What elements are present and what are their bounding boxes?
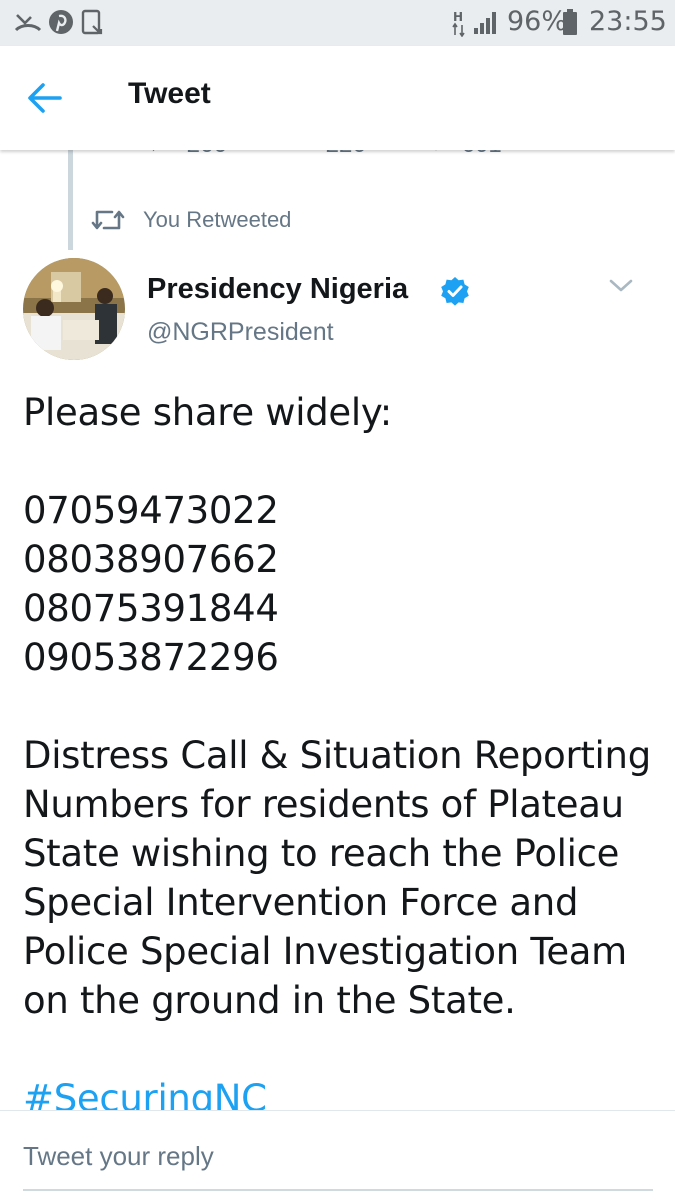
- like-icon: [435, 150, 437, 151]
- tweet-body-line: Special Intervention Force and: [23, 881, 579, 924]
- pinterest-icon: [47, 8, 75, 40]
- previous-tweet-actions: 266 226 601: [0, 150, 675, 168]
- page-title: Tweet: [128, 77, 211, 110]
- phone-number: 09053872296: [23, 636, 279, 679]
- prev-reply-button[interactable]: 266: [148, 150, 227, 159]
- reply-icon: [152, 150, 155, 152]
- tweet-options-button[interactable]: [606, 274, 636, 298]
- arrow-left-icon: [22, 83, 70, 124]
- signal-icon: [472, 10, 500, 40]
- tweet-detail: 266 226 601 You Retweeted: [0, 150, 675, 1110]
- dm-icon: [558, 150, 586, 152]
- prev-retweet-button[interactable]: 226: [285, 150, 366, 159]
- hashtag-link[interactable]: #SecuringNC: [23, 1074, 663, 1110]
- tweet-body-line: State wishing to reach the Police: [23, 832, 620, 875]
- prev-retweet-count: 226: [326, 150, 366, 158]
- tweet-body-line: Distress Call & Situation Reporting: [23, 734, 651, 777]
- retweet-icon: [285, 150, 313, 152]
- svg-text:H: H: [453, 10, 463, 24]
- network-h-icon: H: [452, 9, 468, 41]
- thread-connector: [68, 150, 73, 250]
- reply-input-underline: [23, 1189, 653, 1191]
- prev-dm-button[interactable]: [558, 150, 586, 159]
- tweet-body-line: Numbers for residents of Plateau: [23, 783, 624, 826]
- phone-number: 08075391844: [23, 587, 279, 630]
- retweet-icon: [90, 205, 126, 240]
- tweet-body-line: on the ground in the State.: [23, 979, 516, 1022]
- tweet-text: Please share widely: 07059473022 0803890…: [23, 388, 663, 1110]
- verified-badge-icon: [440, 276, 470, 306]
- reply-bar: Tweet your reply: [0, 1110, 675, 1201]
- chevron-down-icon: [606, 279, 636, 302]
- battery-icon: [562, 9, 578, 41]
- prev-like-count: 601: [462, 150, 502, 158]
- avatar[interactable]: [23, 258, 125, 360]
- phone-number: 07059473022: [23, 489, 279, 532]
- missed-call-icon: [14, 8, 42, 40]
- tweet-intro: Please share widely:: [23, 391, 392, 434]
- user-handle[interactable]: @NGRPresident: [147, 318, 334, 347]
- back-button[interactable]: [22, 76, 70, 120]
- app-header: Tweet: [0, 46, 675, 150]
- screen-cast-icon: [80, 8, 106, 40]
- status-bar: H 96% 23:55: [0, 0, 675, 46]
- display-name[interactable]: Presidency Nigeria: [147, 273, 408, 306]
- tweet-body-line: Police Special Investigation Team: [23, 930, 627, 973]
- reply-input[interactable]: Tweet your reply: [23, 1141, 214, 1172]
- battery-percent: 96%: [507, 6, 568, 37]
- prev-reply-count: 266: [187, 150, 227, 158]
- prev-like-button[interactable]: 601: [423, 150, 502, 159]
- retweet-label: You Retweeted: [143, 207, 292, 232]
- phone-number: 08038907662: [23, 538, 279, 581]
- clock: 23:55: [589, 6, 667, 37]
